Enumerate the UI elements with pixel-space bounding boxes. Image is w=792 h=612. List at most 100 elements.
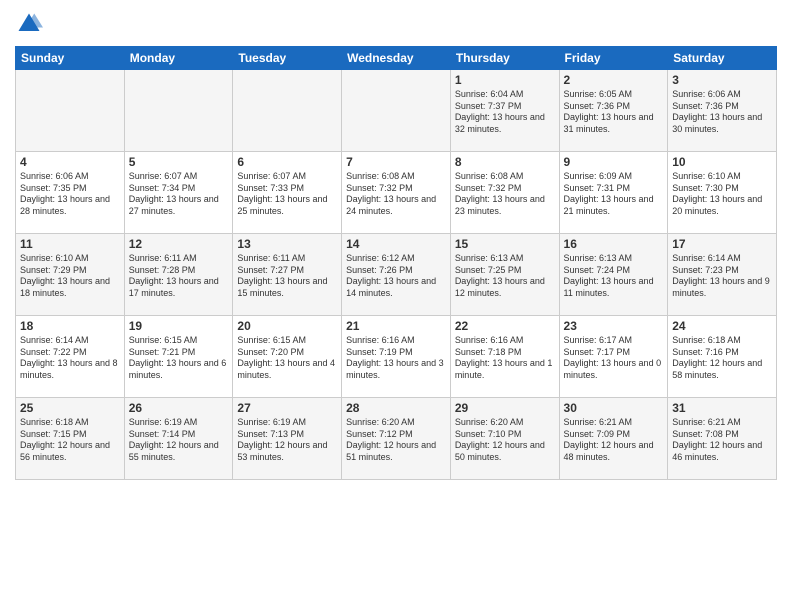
day-info: Daylight: 13 hours and 28 minutes. xyxy=(20,194,120,217)
day-number: 8 xyxy=(455,155,555,169)
day-info: Sunrise: 6:21 AM xyxy=(672,417,772,429)
day-info: Daylight: 12 hours and 58 minutes. xyxy=(672,358,772,381)
day-info: Sunset: 7:24 PM xyxy=(564,265,664,277)
day-info: Sunset: 7:26 PM xyxy=(346,265,446,277)
day-info: Sunset: 7:23 PM xyxy=(672,265,772,277)
day-info: Sunset: 7:37 PM xyxy=(455,101,555,113)
day-info: Sunset: 7:34 PM xyxy=(129,183,229,195)
day-info: Sunrise: 6:08 AM xyxy=(346,171,446,183)
day-number: 17 xyxy=(672,237,772,251)
day-info: Sunrise: 6:06 AM xyxy=(20,171,120,183)
day-number: 19 xyxy=(129,319,229,333)
day-info: Daylight: 13 hours and 24 minutes. xyxy=(346,194,446,217)
day-info: Sunset: 7:31 PM xyxy=(564,183,664,195)
day-info: Sunset: 7:36 PM xyxy=(564,101,664,113)
day-number: 10 xyxy=(672,155,772,169)
day-number: 26 xyxy=(129,401,229,415)
calendar-cell xyxy=(342,70,451,152)
day-number: 5 xyxy=(129,155,229,169)
day-info: Sunrise: 6:11 AM xyxy=(129,253,229,265)
day-number: 25 xyxy=(20,401,120,415)
calendar-cell xyxy=(124,70,233,152)
day-info: Sunrise: 6:14 AM xyxy=(20,335,120,347)
day-info: Daylight: 12 hours and 48 minutes. xyxy=(564,440,664,463)
day-number: 22 xyxy=(455,319,555,333)
day-info: Daylight: 12 hours and 56 minutes. xyxy=(20,440,120,463)
calendar-cell: 20Sunrise: 6:15 AMSunset: 7:20 PMDayligh… xyxy=(233,316,342,398)
day-number: 27 xyxy=(237,401,337,415)
day-info: Sunrise: 6:11 AM xyxy=(237,253,337,265)
day-info: Sunrise: 6:09 AM xyxy=(564,171,664,183)
day-info: Sunrise: 6:13 AM xyxy=(455,253,555,265)
day-number: 16 xyxy=(564,237,664,251)
day-info: Sunset: 7:32 PM xyxy=(455,183,555,195)
day-info: Sunrise: 6:16 AM xyxy=(455,335,555,347)
calendar-body: 1 Sunrise: 6:04 AMSunset: 7:37 PM Daylight… xyxy=(16,70,777,480)
day-info: Sunrise: 6:17 AM xyxy=(564,335,664,347)
day-info: Sunrise: 6:15 AM xyxy=(237,335,337,347)
day-number: 24 xyxy=(672,319,772,333)
day-info: Daylight: 13 hours and 27 minutes. xyxy=(129,194,229,217)
day-info: Sunrise: 6:04 AM xyxy=(455,89,555,101)
day-info: Sunrise: 6:05 AM xyxy=(564,89,664,101)
day-info: Daylight: 13 hours and 9 minutes. xyxy=(672,276,772,299)
day-info: Sunset: 7:28 PM xyxy=(129,265,229,277)
day-info: Sunset: 7:29 PM xyxy=(20,265,120,277)
day-number: 21 xyxy=(346,319,446,333)
day-info: Daylight: 13 hours and 0 minutes. xyxy=(564,358,664,381)
day-info: Sunrise: 6:10 AM xyxy=(672,171,772,183)
day-info: Daylight: 13 hours and 15 minutes. xyxy=(237,276,337,299)
calendar-cell: 18Sunrise: 6:14 AMSunset: 7:22 PMDayligh… xyxy=(16,316,125,398)
calendar-cell: 11Sunrise: 6:10 AMSunset: 7:29 PMDayligh… xyxy=(16,234,125,316)
day-info: Sunset: 7:33 PM xyxy=(237,183,337,195)
calendar-cell: 9Sunrise: 6:09 AMSunset: 7:31 PMDaylight… xyxy=(559,152,668,234)
day-info: Daylight: 13 hours and 1 minute. xyxy=(455,358,555,381)
day-info: Sunset: 7:36 PM xyxy=(672,101,772,113)
day-number: 29 xyxy=(455,401,555,415)
day-info: Sunset: 7:15 PM xyxy=(20,429,120,441)
day-info: Sunrise: 6:10 AM xyxy=(20,253,120,265)
weekday-header: Saturday xyxy=(668,47,777,70)
day-info: Sunset: 7:08 PM xyxy=(672,429,772,441)
calendar-table: SundayMondayTuesdayWednesdayThursdayFrid… xyxy=(15,46,777,480)
day-info: Daylight: 13 hours and 31 minutes. xyxy=(564,112,664,135)
weekday-header: Tuesday xyxy=(233,47,342,70)
day-info: Sunset: 7:09 PM xyxy=(564,429,664,441)
day-info: Daylight: 12 hours and 46 minutes. xyxy=(672,440,772,463)
day-number: 12 xyxy=(129,237,229,251)
day-number: 2 xyxy=(564,73,664,87)
day-info: Sunset: 7:14 PM xyxy=(129,429,229,441)
calendar-cell: 3Sunrise: 6:06 AMSunset: 7:36 PMDaylight… xyxy=(668,70,777,152)
day-info: Daylight: 13 hours and 8 minutes. xyxy=(20,358,120,381)
day-number: 30 xyxy=(564,401,664,415)
calendar-cell: 19Sunrise: 6:15 AMSunset: 7:21 PMDayligh… xyxy=(124,316,233,398)
day-info: Sunrise: 6:18 AM xyxy=(672,335,772,347)
calendar-cell: 27Sunrise: 6:19 AMSunset: 7:13 PMDayligh… xyxy=(233,398,342,480)
day-number: 18 xyxy=(20,319,120,333)
calendar-week-row: 18Sunrise: 6:14 AMSunset: 7:22 PMDayligh… xyxy=(16,316,777,398)
calendar-cell: 7Sunrise: 6:08 AMSunset: 7:32 PMDaylight… xyxy=(342,152,451,234)
calendar-cell: 21Sunrise: 6:16 AMSunset: 7:19 PMDayligh… xyxy=(342,316,451,398)
day-info: Daylight: 13 hours and 25 minutes. xyxy=(237,194,337,217)
day-info: Daylight: 12 hours and 51 minutes. xyxy=(346,440,446,463)
calendar-cell: 2 Sunrise: 6:05 AMSunset: 7:36 PMDaylight… xyxy=(559,70,668,152)
day-number: 31 xyxy=(672,401,772,415)
calendar-cell: 23Sunrise: 6:17 AMSunset: 7:17 PMDayligh… xyxy=(559,316,668,398)
day-info: Daylight: 13 hours and 12 minutes. xyxy=(455,276,555,299)
day-info: Sunset: 7:13 PM xyxy=(237,429,337,441)
calendar-cell: 8Sunrise: 6:08 AMSunset: 7:32 PMDaylight… xyxy=(450,152,559,234)
day-number: 1 xyxy=(455,73,555,87)
day-info: Sunrise: 6:20 AM xyxy=(455,417,555,429)
calendar-week-row: 11 Sunrise: 6:10 AMSunset: 7:29 PM Dayligh… xyxy=(16,234,777,316)
calendar-week-row: 4Sunrise: 6:06 AMSunset: 7:35 PMDaylight… xyxy=(16,152,777,234)
day-number: 11 xyxy=(20,237,120,251)
calendar-cell: 4Sunrise: 6:06 AMSunset: 7:35 PMDaylight… xyxy=(16,152,125,234)
day-info: Sunrise: 6:16 AM xyxy=(346,335,446,347)
day-number: 13 xyxy=(237,237,337,251)
day-info: Daylight: 13 hours and 3 minutes. xyxy=(346,358,446,381)
day-info: Sunset: 7:20 PM xyxy=(237,347,337,359)
day-info: Sunrise: 6:15 AM xyxy=(129,335,229,347)
day-info: Daylight: 13 hours and 23 minutes. xyxy=(455,194,555,217)
weekday-header: Thursday xyxy=(450,47,559,70)
day-number: 20 xyxy=(237,319,337,333)
